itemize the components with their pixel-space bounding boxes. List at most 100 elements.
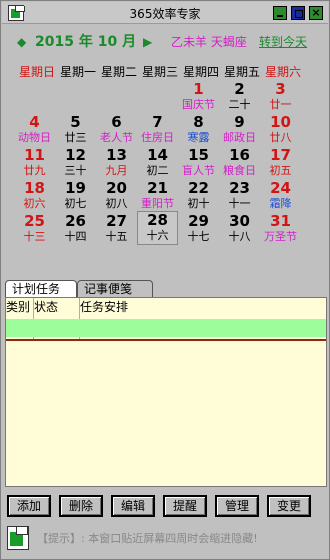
day-number: 23 bbox=[229, 179, 250, 197]
change-button[interactable]: 变更 bbox=[267, 495, 311, 517]
day-cell[interactable]: 24 霜降 bbox=[260, 179, 301, 211]
action-buttons: 添加 删除 编辑 提醒 管理 变更 bbox=[7, 495, 323, 517]
weekday-tue: 星期二 bbox=[101, 65, 138, 79]
day-sub: 十三 bbox=[23, 230, 46, 243]
day-sub: 霜降 bbox=[269, 197, 292, 210]
day-number: 17 bbox=[270, 146, 291, 164]
day-number: 7 bbox=[152, 113, 163, 131]
day-cell[interactable]: 16 粮食日 bbox=[219, 146, 260, 178]
day-sub: 十四 bbox=[64, 230, 87, 243]
day-cell[interactable]: 5 廿三 bbox=[55, 113, 96, 145]
weekday-header: 星期日 星期一 星期二 星期三 星期四 星期五 星期六 bbox=[19, 63, 319, 81]
day-sub: 初七 bbox=[64, 197, 87, 210]
prev-month-icon[interactable]: ◆ bbox=[17, 31, 26, 53]
app-logo-icon[interactable] bbox=[7, 526, 29, 550]
day-number: 28 bbox=[147, 211, 168, 229]
column-header-type[interactable]: 类别 bbox=[6, 298, 30, 317]
day-cell[interactable]: 15 盲人节 bbox=[178, 146, 219, 178]
day-sub: 十六 bbox=[146, 229, 169, 242]
day-cell[interactable]: 13 九月 bbox=[96, 147, 137, 178]
day-number: 20 bbox=[106, 179, 127, 197]
task-row-selected[interactable] bbox=[6, 319, 326, 337]
day-cell[interactable]: 9 邮政日 bbox=[219, 114, 260, 145]
day-sub: 廿八 bbox=[269, 131, 292, 144]
day-number: 27 bbox=[106, 212, 127, 230]
day-sub: 重阳节 bbox=[141, 197, 174, 210]
day-sub: 十一 bbox=[228, 197, 251, 210]
day-number: 31 bbox=[270, 212, 291, 230]
task-list-header: 类别 状态 任务安排 bbox=[6, 298, 326, 317]
day-cell[interactable]: 30 十八 bbox=[219, 213, 260, 244]
day-sub: 二十 bbox=[228, 98, 251, 111]
day-cell[interactable]: 12 三十 bbox=[55, 147, 96, 178]
day-number: 1 bbox=[193, 80, 204, 98]
day-sub: 初五 bbox=[269, 164, 292, 177]
day-sub: 初二 bbox=[146, 164, 169, 177]
title-bar[interactable]: 365效率专家 × bbox=[2, 2, 328, 24]
close-button[interactable]: × bbox=[309, 6, 323, 20]
day-sub: 初十 bbox=[187, 197, 210, 210]
day-cell[interactable]: 23 十一 bbox=[219, 179, 260, 211]
day-cell-today[interactable]: 28 十六 bbox=[137, 211, 178, 245]
day-sub: 动物日 bbox=[18, 131, 51, 144]
tab-notes[interactable]: 记事便笺 bbox=[77, 280, 153, 298]
day-sub: 初八 bbox=[105, 197, 128, 210]
tab-tasks[interactable]: 计划任务 bbox=[5, 280, 77, 298]
day-cell[interactable]: 25 十三 bbox=[14, 212, 55, 244]
delete-button[interactable]: 删除 bbox=[59, 495, 103, 517]
column-header-status[interactable]: 状态 bbox=[34, 298, 58, 317]
task-list[interactable]: 类别 状态 任务安排 bbox=[5, 297, 327, 487]
day-sub: 邮政日 bbox=[223, 131, 256, 144]
add-button[interactable]: 添加 bbox=[7, 495, 51, 517]
day-sub: 粮食日 bbox=[223, 164, 256, 177]
day-number: 24 bbox=[270, 179, 291, 197]
day-number: 16 bbox=[229, 146, 250, 164]
day-cell[interactable]: 3 廿一 bbox=[260, 81, 301, 112]
day-cell[interactable]: 19 初七 bbox=[55, 180, 96, 211]
day-cell[interactable]: 26 十四 bbox=[55, 213, 96, 244]
day-cell[interactable]: 20 初八 bbox=[96, 179, 137, 211]
zodiac-label: 乙未羊 天蝎座 bbox=[171, 35, 247, 49]
day-cell[interactable]: 31 万圣节 bbox=[260, 212, 301, 244]
month-label[interactable]: 2015 年 10 月 bbox=[35, 31, 136, 53]
day-cell[interactable]: 2 二十 bbox=[219, 81, 260, 112]
day-cell[interactable]: 10 廿八 bbox=[260, 113, 301, 145]
column-header-task[interactable]: 任务安排 bbox=[80, 298, 128, 317]
maximize-button[interactable] bbox=[291, 6, 305, 20]
day-sub: 廿一 bbox=[269, 98, 292, 111]
day-cell[interactable]: 6 老人节 bbox=[96, 114, 137, 145]
manage-button[interactable]: 管理 bbox=[215, 495, 259, 517]
day-cell[interactable]: 27 十五 bbox=[96, 212, 137, 244]
day-cell[interactable]: 18 初六 bbox=[14, 180, 55, 211]
weekday-mon: 星期一 bbox=[60, 65, 97, 79]
day-number: 5 bbox=[70, 113, 81, 131]
minimize-button[interactable] bbox=[273, 6, 287, 20]
day-cell[interactable]: 8 寒露 bbox=[178, 114, 219, 145]
day-sub: 老人节 bbox=[100, 131, 133, 144]
day-cell[interactable]: 1 国庆节 bbox=[178, 80, 219, 112]
day-cell[interactable]: 14 初二 bbox=[137, 147, 178, 178]
day-number: 25 bbox=[24, 212, 45, 230]
day-cell[interactable]: 4 动物日 bbox=[14, 114, 55, 145]
day-sub: 盲人节 bbox=[182, 164, 215, 177]
day-cell[interactable]: 17 初五 bbox=[260, 146, 301, 178]
day-cell[interactable]: 21 重阳节 bbox=[137, 179, 178, 211]
day-number: 15 bbox=[188, 146, 209, 164]
day-number: 21 bbox=[147, 179, 168, 197]
day-cell[interactable]: 11 廿九 bbox=[14, 147, 55, 178]
next-month-icon[interactable]: ▶ bbox=[143, 31, 152, 53]
day-sub: 十八 bbox=[228, 230, 251, 243]
edit-button[interactable]: 编辑 bbox=[111, 495, 155, 517]
calendar-header: ◆ 2015 年 10 月 ▶ 乙未羊 天蝎座 转到今天 bbox=[1, 31, 330, 55]
calendar-grid: 1 国庆节 2 二十 3 廿一 4 动物日 5 廿三 6 老人节 7 住房日 8 bbox=[14, 81, 314, 245]
day-number: 29 bbox=[188, 212, 209, 230]
remind-button[interactable]: 提醒 bbox=[163, 495, 207, 517]
row-divider bbox=[6, 339, 326, 341]
footer-hint: 【提示】: 本窗口贴近屏幕四周时会缩进隐藏! bbox=[37, 532, 258, 545]
day-sub: 廿九 bbox=[23, 164, 46, 177]
goto-today-link[interactable]: 转到今天 bbox=[259, 31, 307, 53]
day-number: 10 bbox=[270, 113, 291, 131]
day-cell[interactable]: 7 住房日 bbox=[137, 113, 178, 145]
day-cell[interactable]: 29 十七 bbox=[178, 212, 219, 244]
day-cell[interactable]: 22 初十 bbox=[178, 180, 219, 211]
